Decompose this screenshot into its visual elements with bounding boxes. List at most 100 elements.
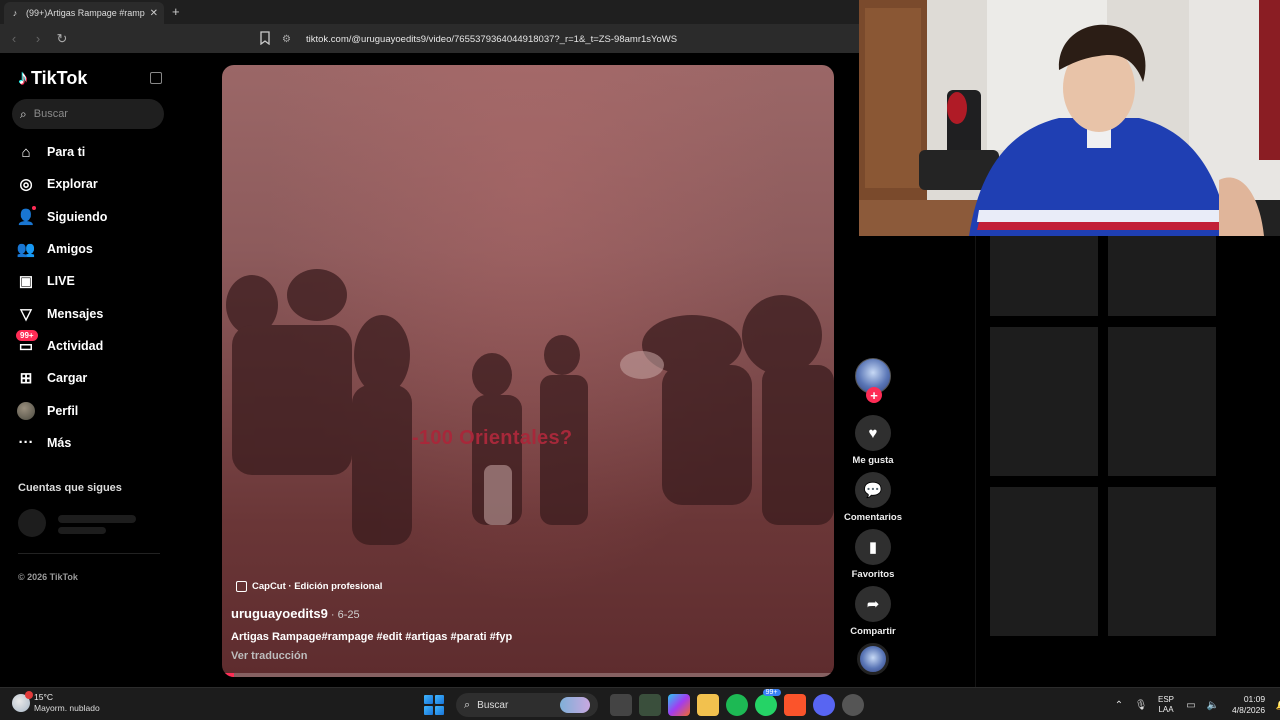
tiktok-note-icon: ♪ xyxy=(18,67,28,89)
spotify-icon[interactable] xyxy=(725,694,748,716)
network-icon[interactable]: ▭ xyxy=(1183,700,1199,711)
sidebar-item-mas[interactable]: ··· Más xyxy=(16,427,166,459)
capcut-label: CapCut · Edición profesional xyxy=(252,581,383,592)
clock-time: 01:09 xyxy=(1243,694,1266,704)
sidebar-item-amigos[interactable]: 👥 Amigos xyxy=(16,233,166,265)
copyright: © 2026 TikTok xyxy=(18,572,78,582)
task-view-icon[interactable] xyxy=(609,694,632,716)
like-button[interactable]: ♥ Me gusta xyxy=(840,415,906,466)
weather-widget[interactable]: 15°C Mayorm. nublado xyxy=(12,691,100,714)
sidebar-item-label: Más xyxy=(47,435,72,450)
volume-icon[interactable]: 🔈 xyxy=(1205,700,1221,711)
search-highlight-icon xyxy=(560,697,590,713)
sidebar-item-label: Cargar xyxy=(47,371,88,386)
share-button[interactable]: ➦ Compartir xyxy=(840,586,906,637)
address-bar[interactable]: ⚙ tiktok.com/@uruguayoedits9/video/76553… xyxy=(282,29,858,49)
whatsapp-icon[interactable]: 99+ xyxy=(754,689,781,716)
obs-icon[interactable] xyxy=(841,694,864,716)
file-explorer-icon[interactable] xyxy=(696,694,719,716)
weather-cloud-icon xyxy=(12,691,33,712)
weather-alert-icon xyxy=(25,691,33,699)
bookmark-icon[interactable] xyxy=(258,31,272,45)
profile-avatar xyxy=(16,401,36,421)
sidebar-item-label: Perfil xyxy=(47,403,79,418)
video-description: Artigas Rampage#rampage #edit #artigas #… xyxy=(231,631,513,643)
grid-thumbnail[interactable] xyxy=(1108,487,1216,636)
search-placeholder: Buscar xyxy=(33,108,68,120)
live-icon: ▣ xyxy=(18,273,34,291)
tab-close-icon[interactable]: ✕ xyxy=(150,8,158,19)
sidebar-nav: ⌂ Para ti ◎ Explorar 👤 Siguiendo 👥 Amigo… xyxy=(16,136,166,459)
microphone-icon[interactable]: 🎙 xyxy=(1133,700,1149,711)
bookmark-icon: ▮ xyxy=(855,529,891,565)
video-author[interactable]: uruguayoedits9 · 6-25 xyxy=(231,606,360,621)
language-indicator[interactable]: ESP LAA xyxy=(1158,695,1174,715)
video-grid-placeholder xyxy=(975,236,1280,687)
language-code: ESP xyxy=(1158,695,1175,704)
grid-thumbnail[interactable] xyxy=(1108,236,1216,316)
taskbar-search[interactable]: ⌕ Buscar xyxy=(456,693,598,717)
new-tab-button[interactable]: + xyxy=(172,4,180,19)
clock[interactable]: 01:09 4/8/2026 xyxy=(1232,694,1265,716)
game-app-icon[interactable] xyxy=(638,694,661,716)
notification-bell-icon[interactable]: 🔔 xyxy=(1274,700,1280,711)
video-player[interactable]: -100 Orientales? CapCut · Edición profes… xyxy=(222,65,834,677)
site-settings-icon[interactable]: ⚙ xyxy=(282,34,296,45)
clock-date: 4/8/2026 xyxy=(1232,705,1266,715)
home-icon: ⌂ xyxy=(21,143,31,161)
sidebar-item-cargar[interactable]: ⊞ Cargar xyxy=(16,362,166,394)
copilot-icon[interactable] xyxy=(667,694,690,716)
sidebar-item-perfil[interactable]: Perfil xyxy=(16,394,166,426)
comment-icon: 💬 xyxy=(855,472,891,508)
sidebar-item-mensajes[interactable]: ▽ Mensajes xyxy=(16,297,166,329)
grid-thumbnail[interactable] xyxy=(990,327,1098,476)
skeleton-line xyxy=(58,527,106,534)
see-translation-link[interactable]: Ver traducción xyxy=(231,650,307,662)
discord-icon[interactable] xyxy=(812,694,835,716)
sidebar-item-label: Siguiendo xyxy=(47,209,108,224)
tiktok-favicon-icon: ♪ xyxy=(12,8,18,18)
logo-text: TikTok xyxy=(31,68,88,88)
sidebar-item-siguiendo[interactable]: 👤 Siguiendo xyxy=(16,201,166,233)
video-progress-bar[interactable] xyxy=(222,673,834,677)
forward-icon[interactable]: › xyxy=(28,29,48,49)
capcut-tag[interactable]: CapCut · Edición profesional xyxy=(236,581,382,592)
sidebar-item-label: Explorar xyxy=(47,177,98,192)
weather-condition: Mayorm. nublado xyxy=(34,703,100,713)
tiktok-logo[interactable]: ♪ TikTok xyxy=(18,67,87,90)
comments-button[interactable]: 💬 Comentarios xyxy=(840,472,906,523)
reload-icon[interactable]: ↻ xyxy=(52,29,72,49)
collapse-sidebar-icon[interactable] xyxy=(150,72,162,84)
author-username[interactable]: uruguayoedits9 xyxy=(231,606,328,621)
windows-start-icon[interactable] xyxy=(424,695,444,715)
sidebar-item-explorar[interactable]: ◎ Explorar xyxy=(16,168,166,200)
sidebar-item-actividad[interactable]: ▭ 99+ Actividad xyxy=(16,329,166,362)
brave-browser-icon[interactable] xyxy=(783,694,806,716)
weather-temp: 15°C xyxy=(34,692,53,702)
progress-fill xyxy=(222,673,235,677)
search-icon: ⌕ xyxy=(20,106,27,121)
following-section-title: Cuentas que sigues xyxy=(18,482,122,494)
chevron-up-icon[interactable]: ⌃ xyxy=(1111,700,1127,711)
browser-tab[interactable]: ♪ (99+)Artigas Rampage #ramp ✕ xyxy=(4,2,164,24)
messages-icon: ▽ xyxy=(20,305,32,323)
search-input[interactable]: ⌕ Buscar xyxy=(12,99,164,129)
sidebar-item-para-ti[interactable]: ⌂ Para ti xyxy=(16,136,166,168)
grid-thumbnail[interactable] xyxy=(990,487,1098,636)
tab-title: (99+)Artigas Rampage #ramp xyxy=(26,8,145,18)
comments-label: Comentarios xyxy=(843,512,903,523)
grid-thumbnail[interactable] xyxy=(1108,327,1216,476)
url-text: tiktok.com/@uruguayoedits9/video/7655379… xyxy=(306,33,678,45)
music-disc-icon[interactable] xyxy=(857,643,889,675)
back-icon[interactable]: ‹ xyxy=(4,29,24,49)
favorites-button[interactable]: ▮ Favoritos xyxy=(840,529,906,580)
sidebar-item-label: Mensajes xyxy=(47,306,104,321)
follow-plus-icon[interactable]: + xyxy=(866,387,882,403)
sidebar-item-label: Para ti xyxy=(47,145,86,160)
divider xyxy=(18,553,160,554)
sidebar-item-live[interactable]: ▣ LIVE xyxy=(16,265,166,297)
share-label: Compartir xyxy=(850,626,896,637)
sidebar-item-label: Amigos xyxy=(47,242,93,257)
windows-taskbar: 15°C Mayorm. nublado ⌕ Buscar 99+ ⌃ 🎙 ES… xyxy=(0,687,1280,720)
grid-thumbnail[interactable] xyxy=(990,236,1098,316)
